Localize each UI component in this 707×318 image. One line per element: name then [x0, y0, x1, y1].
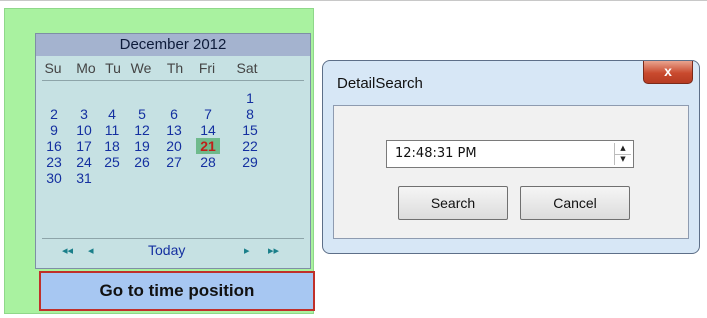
prev-month-icon[interactable]: ◂	[88, 244, 94, 257]
next-month-icon[interactable]: ▸	[244, 244, 250, 257]
top-divider	[0, 0, 707, 1]
weekday-tue: Tu	[105, 60, 121, 76]
dialog-body: 12:48:31 PM ▲ ▼ Search Cancel	[333, 105, 689, 239]
weekday-thu: Th	[166, 60, 184, 76]
calendar-day[interactable]: 14	[196, 122, 220, 138]
calendar-day[interactable]: 31	[72, 170, 96, 186]
calendar-day[interactable]: 12	[130, 122, 154, 138]
detail-search-dialog: DetailSearch x 12:48:31 PM ▲ ▼ Search Ca…	[322, 60, 700, 254]
next-year-icon[interactable]: ▸▸	[268, 244, 279, 257]
today-link[interactable]: Today	[148, 242, 185, 258]
time-input-value: 12:48:31 PM	[395, 146, 477, 161]
dialog-title: DetailSearch	[337, 75, 423, 92]
calendar-day[interactable]: 22	[238, 138, 262, 154]
calendar-day[interactable]: 18	[100, 138, 124, 154]
weekday-mon: Mo	[76, 60, 96, 76]
close-button[interactable]: x	[643, 61, 693, 84]
calendar-day[interactable]: 4	[100, 106, 124, 122]
calendar-day[interactable]: 3	[72, 106, 96, 122]
calendar-day[interactable]: 6	[162, 106, 186, 122]
calendar-day[interactable]: 20	[162, 138, 186, 154]
calendar-day[interactable]: 7	[196, 106, 220, 122]
calendar-day[interactable]: 2	[42, 106, 66, 122]
time-spinner: ▲ ▼	[614, 143, 631, 165]
cancel-button[interactable]: Cancel	[520, 186, 630, 220]
calendar-day[interactable]: 23	[42, 154, 66, 170]
calendar-day[interactable]: 11	[100, 122, 124, 138]
weekday-divider	[42, 80, 304, 81]
go-to-time-position-button[interactable]: Go to time position	[39, 271, 315, 311]
search-button[interactable]: Search	[398, 186, 508, 220]
calendar-day[interactable]: 26	[130, 154, 154, 170]
calendar-day[interactable]: 16	[42, 138, 66, 154]
calendar-day[interactable]: 21	[196, 138, 220, 154]
calendar-day[interactable]: 29	[238, 154, 262, 170]
prev-year-icon[interactable]: ◂◂	[62, 244, 73, 257]
calendar-day[interactable]: 30	[42, 170, 66, 186]
calendar-day[interactable]: 25	[100, 154, 124, 170]
calendar-panel: December 2012 Su Mo Tu We Th Fri Sat 123…	[4, 8, 315, 314]
nav-divider	[42, 238, 304, 239]
calendar-day[interactable]: 8	[238, 106, 262, 122]
calendar-day[interactable]: 24	[72, 154, 96, 170]
calendar-day[interactable]: 15	[238, 122, 262, 138]
time-input[interactable]: 12:48:31 PM ▲ ▼	[386, 140, 634, 168]
calendar-day[interactable]: 5	[130, 106, 154, 122]
calendar-day[interactable]: 27	[162, 154, 186, 170]
weekday-wed: We	[130, 60, 152, 76]
calendar-day[interactable]: 9	[42, 122, 66, 138]
calendar-month-title: December 2012	[36, 34, 310, 56]
weekday-fri: Fri	[198, 60, 216, 76]
calendar-day[interactable]: 19	[130, 138, 154, 154]
weekday-sat: Sat	[236, 60, 258, 76]
calendar: December 2012 Su Mo Tu We Th Fri Sat 123…	[35, 33, 311, 269]
calendar-day[interactable]: 13	[162, 122, 186, 138]
weekday-sun: Su	[44, 60, 62, 76]
calendar-day[interactable]: 17	[72, 138, 96, 154]
spin-down-icon[interactable]: ▼	[615, 154, 631, 165]
calendar-day[interactable]: 10	[72, 122, 96, 138]
calendar-day[interactable]: 28	[196, 154, 220, 170]
calendar-day[interactable]: 1	[238, 90, 262, 106]
